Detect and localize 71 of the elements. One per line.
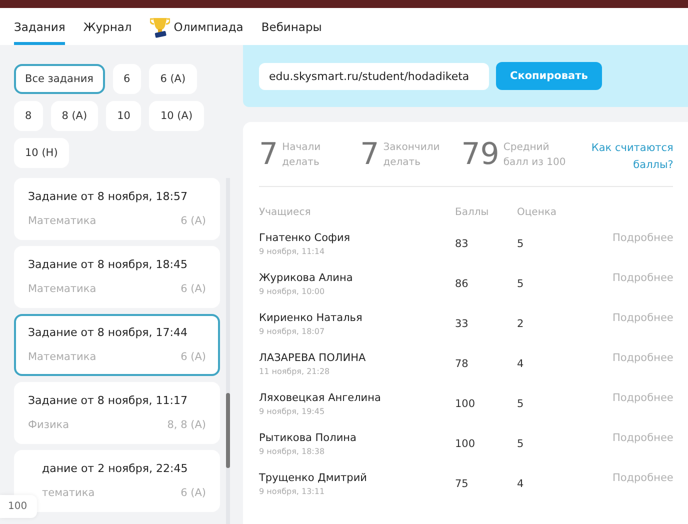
score-cell: 100 bbox=[455, 438, 476, 450]
score-cell: 100 bbox=[455, 398, 476, 410]
nav-tab[interactable]: Задания bbox=[14, 8, 66, 45]
grade-cell: 5 bbox=[517, 438, 524, 450]
student-name: Журикова Алина bbox=[259, 272, 354, 284]
score-cell: 83 bbox=[455, 238, 468, 250]
filter-chip[interactable]: 6 bbox=[112, 64, 142, 94]
assignment-title: Задание от 8 ноября, 11:17 bbox=[28, 394, 188, 407]
stat-label: Средний балл из 100 bbox=[503, 141, 567, 170]
column-header: Баллы bbox=[455, 206, 490, 220]
assignment-subject: Математика bbox=[28, 215, 96, 227]
submit-date: 9 ноября, 11:14 bbox=[259, 246, 326, 256]
score-cell: 75 bbox=[455, 478, 468, 490]
grade-cell: 4 bbox=[517, 478, 524, 490]
grade-cell: 5 bbox=[517, 398, 524, 410]
grade-cell: 4 bbox=[517, 358, 524, 370]
filter-chip[interactable]: 8 bbox=[14, 101, 43, 131]
grade-cell: 2 bbox=[517, 318, 524, 330]
assignment-title: дание от 2 ноября, 22:45 bbox=[41, 462, 189, 475]
grade-cell: 5 bbox=[517, 278, 524, 290]
stat-value: 7 bbox=[360, 140, 380, 170]
assignment-card[interactable]: Задание от 8 ноября, 18:45 Математика 6 (A) bbox=[14, 246, 220, 308]
filter-chip[interactable]: 6 (A) bbox=[149, 64, 197, 94]
score-cell: 86 bbox=[455, 278, 468, 290]
student-name: Кириенко Наталья bbox=[259, 312, 364, 324]
student-name: Трущенко Дмитрий bbox=[259, 472, 368, 484]
assignment-title: Задание от 8 ноября, 17:44 bbox=[28, 326, 188, 339]
submit-date: 9 ноября, 19:45 bbox=[259, 406, 326, 416]
student-name: Ляховецкая Ангелина bbox=[259, 392, 382, 404]
assignment-subject: тематика bbox=[41, 487, 95, 499]
assignment-title: Задание от 8 ноября, 18:57 bbox=[28, 190, 188, 203]
assignment-classes: 6 (A) bbox=[180, 283, 206, 295]
assignment-card[interactable]: Задание от 8 ноября, 17:44 Математика 6 (A) bbox=[14, 314, 220, 376]
stat-value: 7 bbox=[259, 140, 278, 170]
column-header: Оценка bbox=[517, 206, 558, 220]
submit-date: 9 ноября, 10:00 bbox=[259, 286, 326, 296]
filter-chip[interactable]: 10 (A) bbox=[149, 101, 204, 131]
trophy-icon bbox=[150, 16, 170, 38]
score-cell: 33 bbox=[455, 318, 468, 330]
link-field[interactable]: edu.skysmart.ru/student/hodadiketa bbox=[259, 62, 489, 90]
submit-date: 11 ноября, 21:28 bbox=[259, 366, 331, 376]
submit-date: 9 ноября, 18:38 bbox=[259, 446, 326, 456]
submit-date: 9 ноября, 13:11 bbox=[259, 486, 326, 496]
stat-value: 79 bbox=[461, 140, 500, 170]
assignment-subject: Математика bbox=[28, 351, 96, 363]
stat-label: Начали делать bbox=[282, 141, 322, 170]
score-cell: 78 bbox=[455, 358, 468, 370]
assignment-card[interactable]: Задание от 8 ноября, 18:57 Математика 6 (A) bbox=[14, 178, 220, 240]
assignment-card[interactable]: Задание от 8 ноября, 11:17 Физика 8, 8 (A) bbox=[14, 382, 220, 444]
floating-label: 100 bbox=[0, 495, 38, 518]
filter-chip[interactable]: 10 bbox=[106, 101, 142, 131]
filter-chip[interactable]: Все задания bbox=[14, 64, 104, 94]
student-name: Рытикова Полина bbox=[259, 432, 358, 444]
assignment-classes: 6 (A) bbox=[180, 487, 206, 499]
student-name: ЛАЗАРЕВА ПОЛИНА bbox=[259, 352, 367, 364]
assignment-classes: 6 (A) bbox=[180, 351, 206, 363]
filter-chip[interactable]: 10 (H) bbox=[14, 138, 69, 168]
grade-cell: 5 bbox=[517, 238, 524, 250]
filter-chip[interactable]: 8 (A) bbox=[50, 101, 98, 131]
column-header: Учащиеся bbox=[259, 206, 312, 220]
assignment-subject: Математика bbox=[28, 283, 96, 295]
assignment-title: Задание от 8 ноября, 18:45 bbox=[28, 258, 188, 271]
nav-tab[interactable]: Олимпиада bbox=[150, 8, 244, 45]
student-name: Гнатенко София bbox=[259, 232, 352, 244]
assignment-classes: 6 (A) bbox=[180, 215, 206, 227]
stat-label: Закончили делать bbox=[383, 141, 441, 170]
submit-date: 9 ноября, 18:07 bbox=[259, 326, 326, 336]
assignment-subject: Физика bbox=[28, 419, 70, 431]
assignment-classes: 8, 8 (A) bbox=[167, 419, 206, 431]
nav-tab[interactable]: Вебинары bbox=[261, 8, 322, 45]
nav-tab[interactable]: Журнал bbox=[83, 8, 132, 45]
